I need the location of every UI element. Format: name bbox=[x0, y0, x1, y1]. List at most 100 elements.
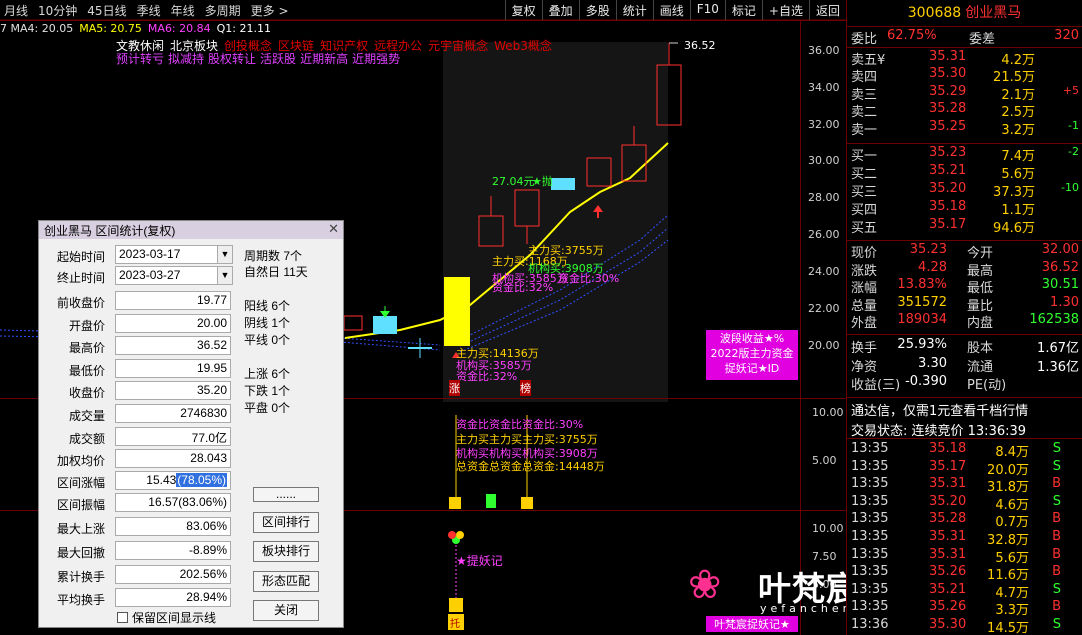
trade-state: 交易状态: 连续竞价 13:36:39 bbox=[851, 424, 1027, 439]
stat-value: 1.36亿 bbox=[1037, 359, 1079, 375]
dialog-title-bar[interactable]: 创业黑马 区间统计(复权) ✕ bbox=[39, 221, 343, 239]
sector-rank-button[interactable]: 板块排行 bbox=[253, 541, 319, 562]
end-date-picker[interactable]: 2023-03-27 ▼ bbox=[115, 266, 233, 285]
pattern-match-button[interactable]: 形态匹配 bbox=[253, 571, 319, 592]
buy-level-label: 买四 bbox=[851, 203, 878, 218]
stat-value-field[interactable]: 2746830 bbox=[115, 404, 231, 423]
promo-link[interactable]: 通达信，仅需1元查看千档行情 bbox=[851, 400, 1082, 419]
fund-indicator-line: 捉妖记★ID bbox=[724, 362, 780, 375]
stat-label: 开盘价 bbox=[68, 318, 105, 333]
tick-side: S bbox=[1052, 458, 1061, 474]
divider bbox=[847, 334, 1082, 335]
quote-stat-row: 收益(三) -0.390 PE(动) bbox=[847, 374, 1082, 393]
max-drawdown-field[interactable]: -8.89% bbox=[115, 541, 231, 560]
period-stat: 自然日 11天 bbox=[244, 265, 308, 279]
buy-change: -10 bbox=[1061, 181, 1079, 194]
tick-row: 13:35 35.21 4.7万 S bbox=[847, 582, 1082, 601]
tick-time: 13:35 bbox=[851, 529, 889, 544]
sell-price: 35.28 bbox=[929, 101, 967, 117]
tick-volume: 31.8万 bbox=[987, 480, 1029, 496]
divider bbox=[847, 143, 1082, 144]
tick-row: 13:35 35.26 3.3万 B bbox=[847, 599, 1082, 618]
stat-value-field[interactable]: 77.0亿 bbox=[115, 426, 231, 446]
divider bbox=[847, 438, 1082, 439]
buy-row: 买三 35.20 37.3万 -10 bbox=[847, 181, 1082, 200]
keep-range-checkbox[interactable]: 保留区间显示线 bbox=[117, 609, 216, 626]
range-gain-field[interactable]: 15.43(78.05%) bbox=[115, 471, 231, 490]
sell-signal: ★抛 bbox=[532, 175, 553, 188]
stat-label: 今开 bbox=[967, 246, 994, 261]
tick-side: B bbox=[1052, 564, 1061, 580]
stat-value-field[interactable]: 19.95 bbox=[115, 358, 231, 378]
close-button[interactable]: 关闭 bbox=[253, 600, 319, 621]
candle bbox=[343, 315, 363, 331]
stat-label: 股本 bbox=[967, 341, 994, 356]
checkbox[interactable] bbox=[117, 612, 128, 623]
max-up-field[interactable]: 83.06% bbox=[115, 517, 231, 536]
quote-stat-row: 现价 35.23 今开 32.00 bbox=[847, 242, 1082, 261]
avg-turnover-field[interactable]: 28.94% bbox=[115, 588, 231, 607]
more-button[interactable]: ...... bbox=[253, 487, 319, 502]
sell-row: 卖四 35.30 21.5万 bbox=[847, 66, 1082, 86]
start-date-label: 起始时间 bbox=[56, 250, 105, 264]
stat-value: 35.23 bbox=[909, 242, 947, 257]
sell-volume: 21.5万 bbox=[993, 70, 1035, 86]
range-gain-pct: (78.05%) bbox=[176, 473, 227, 487]
fund-indicator-badge[interactable]: 波段收益★% 2022版主力资金 捉妖记★ID bbox=[706, 330, 798, 380]
start-date-picker[interactable]: 2023-03-17 ▼ bbox=[115, 245, 233, 264]
range-rank-button[interactable]: 区间排行 bbox=[253, 512, 319, 533]
stat-value: 162538 bbox=[1029, 312, 1079, 328]
tick-time: 13:35 bbox=[851, 511, 889, 527]
volume-marker bbox=[449, 497, 461, 509]
sell-price: 35.29 bbox=[929, 83, 967, 99]
buy-price: 35.17 bbox=[929, 217, 967, 232]
sell-level-label: 卖五¥ bbox=[851, 53, 886, 68]
tick-time: 13:35 bbox=[851, 599, 889, 615]
stat-value: 1.30 bbox=[1050, 294, 1079, 310]
range-stats-dialog[interactable]: 创业黑马 区间统计(复权) ✕ 起始时间 2023-03-17 ▼ 终止时间 2… bbox=[38, 220, 344, 628]
chevron-down-icon[interactable]: ▼ bbox=[217, 246, 232, 263]
sell-price: 35.31 bbox=[929, 49, 967, 64]
chevron-down-icon[interactable]: ▼ bbox=[217, 267, 232, 284]
stock-name: 创业黑马 bbox=[965, 5, 1022, 21]
range-gain-label: 区间涨幅 bbox=[56, 476, 105, 490]
stat-value-field[interactable]: 36.52 bbox=[115, 336, 231, 356]
money-bag-icon bbox=[449, 598, 463, 612]
buy-volume: 1.1万 bbox=[1001, 203, 1035, 218]
tick-price: 35.17 bbox=[929, 458, 967, 474]
divider bbox=[847, 397, 1082, 398]
weibi-value: 62.75% bbox=[887, 28, 937, 43]
cum-turnover-field[interactable]: 202.56% bbox=[115, 565, 231, 584]
stat-value-field[interactable]: 28.043 bbox=[115, 449, 231, 469]
total-fund-annotation: 总资金总资金总资金:14448万 bbox=[456, 460, 605, 473]
buy-row: 买四 35.18 1.1万 bbox=[847, 199, 1082, 218]
weicha-label: 委差 bbox=[969, 32, 996, 47]
tick-price: 35.26 bbox=[929, 564, 967, 580]
sell-row: 卖五¥ 35.31 4.2万 bbox=[847, 49, 1082, 68]
sell-price: 35.30 bbox=[929, 66, 967, 82]
range-amp-field[interactable]: 16.57(83.06%) bbox=[115, 493, 231, 512]
stat-value: 1.67亿 bbox=[1037, 341, 1079, 356]
stat-value: -0.390 bbox=[905, 374, 947, 390]
divider bbox=[847, 47, 1082, 48]
stat-value-field[interactable]: 20.00 bbox=[115, 313, 231, 333]
buy-arrow-icon bbox=[593, 205, 603, 212]
sell-level-label: 卖一 bbox=[851, 122, 878, 138]
fund-ratio-annotation: 资金比:30% bbox=[558, 272, 620, 285]
tick-side: B bbox=[1052, 529, 1061, 544]
stat-label: 涨跌 bbox=[851, 263, 878, 279]
stat-value-field[interactable]: 19.77 bbox=[115, 291, 231, 310]
sell-volume: 2.1万 bbox=[1001, 87, 1035, 103]
stat-value: 4.28 bbox=[918, 259, 947, 275]
tick-volume: 11.6万 bbox=[987, 568, 1029, 584]
close-icon[interactable]: ✕ bbox=[328, 221, 339, 237]
tick-price: 35.28 bbox=[929, 511, 967, 527]
stat-value-field[interactable]: 35.20 bbox=[115, 381, 231, 401]
sell-change: -1 bbox=[1068, 118, 1079, 132]
buy-level-label: 买三 bbox=[851, 185, 878, 200]
tick-row: 13:35 35.28 0.7万 B bbox=[847, 511, 1082, 530]
quote-stat-row: 总量 351572 量比 1.30 bbox=[847, 294, 1082, 314]
weibi-label: 委比 bbox=[851, 32, 878, 47]
candle bbox=[586, 157, 612, 187]
volume-marker bbox=[521, 497, 533, 509]
